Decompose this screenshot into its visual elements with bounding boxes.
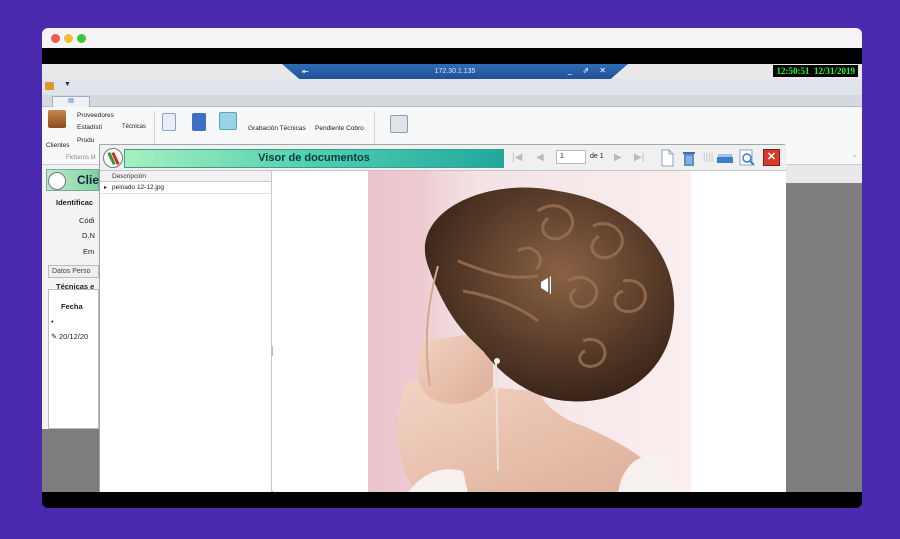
close-window-button[interactable] <box>51 34 60 43</box>
descripcion-column-header[interactable]: Descripción <box>100 171 271 182</box>
new-row-marker: • <box>51 317 54 326</box>
fecha-column-header[interactable]: Fecha <box>61 302 83 311</box>
list-item[interactable]: ▸ peinado 12-12.jpg <box>100 182 271 194</box>
dni-label: D.N <box>82 231 95 240</box>
previous-page-icon[interactable]: ◀ <box>536 151 544 165</box>
last-page-icon[interactable]: ▶| <box>634 151 644 165</box>
codigo-label: Códi <box>79 216 95 225</box>
pendiente-cobro-button[interactable]: Pendiente Cobro <box>315 125 364 132</box>
remote-desktop-screen: ⇤ 172.30.1.135 _ ⇗ ✕ 12:50:51 12/31/2019… <box>42 64 862 492</box>
logo-icon <box>103 148 123 168</box>
clock-date: 12/31/2019 <box>813 66 855 76</box>
clientes-icon[interactable] <box>48 110 66 128</box>
minimize-window-button[interactable] <box>64 34 73 43</box>
quick-access-toolbar: ▼ <box>42 79 862 95</box>
tecnicas-link[interactable]: Técnicas <box>122 124 146 130</box>
clock-time: 12:50:51 <box>776 66 810 76</box>
productos-link[interactable]: Produ <box>77 137 94 144</box>
email-label: Em <box>83 247 95 256</box>
book-icon[interactable] <box>192 113 206 131</box>
scanner-icon[interactable] <box>716 149 734 167</box>
trash-icon[interactable] <box>680 149 698 167</box>
table-row[interactable]: 20/12/20 <box>59 332 88 341</box>
tecnicas-grid: Fecha • ✎ 20/12/20 <box>48 289 99 429</box>
ribbon-group-label: Ficheros M <box>66 155 96 161</box>
viewer-toolbar: Visor de documentos |◀ ◀ 1 de 1 ▶ ▶| |||… <box>100 145 786 171</box>
ribbon-extension <box>785 165 862 183</box>
form-background-fill <box>42 429 99 492</box>
image-preview-pane <box>273 171 786 492</box>
rdp-connection-bar: ⇤ 172.30.1.135 _ ⇗ ✕ <box>282 64 628 79</box>
toolbar-separator: |||| <box>703 152 714 163</box>
client-form-title-text: Clie <box>77 173 100 187</box>
zoom-window-button[interactable] <box>77 34 86 43</box>
edit-row-icon: ✎ <box>51 332 58 341</box>
mac-titlebar <box>42 28 862 48</box>
estadisticas-link[interactable]: Estadísti <box>77 124 102 131</box>
logo-icon <box>48 172 66 190</box>
person-icon[interactable] <box>219 112 237 130</box>
page-count-label: de 1 <box>590 153 604 160</box>
document-viewer-dialog: Visor de documentos |◀ ◀ 1 de 1 ▶ ▶| |||… <box>99 144 786 492</box>
document-list: Descripción ▸ peinado 12-12.jpg <box>100 171 273 492</box>
tab-home[interactable]: ▤ <box>52 96 90 107</box>
tab-datos-personales[interactable]: Datos Perso <box>48 265 99 278</box>
document-icon[interactable] <box>162 113 176 131</box>
ribbon-tab-row: ▤ <box>42 95 862 107</box>
settings-icon[interactable] <box>390 115 408 133</box>
rdp-window-controls[interactable]: _ ⇗ ✕ <box>568 66 610 75</box>
close-button[interactable]: ✕ <box>763 149 780 166</box>
proveedores-link[interactable]: Proveedores <box>77 112 114 119</box>
collapse-ribbon-icon[interactable]: ⌃ <box>852 154 857 162</box>
grabacion-tecnicas-button[interactable]: Grabación Técnicas <box>248 125 306 132</box>
chevron-down-icon[interactable]: ▼ <box>64 81 71 88</box>
identificacion-label: Identificac <box>56 198 94 207</box>
clock: 12:50:51 12/31/2019 <box>773 65 858 77</box>
next-page-icon[interactable]: ▶ <box>614 151 622 165</box>
client-form-background: Clie Identificac Códi D.N Em Datos Perso… <box>42 165 99 492</box>
file-name: peinado 12-12.jpg <box>112 184 165 191</box>
app-icon[interactable] <box>45 82 54 90</box>
zoom-document-icon[interactable] <box>738 149 756 167</box>
new-document-icon[interactable] <box>658 149 676 167</box>
row-indicator-icon: ▸ <box>104 185 108 191</box>
first-page-icon[interactable]: |◀ <box>512 151 522 165</box>
viewer-title: Visor de documentos <box>124 149 504 168</box>
mac-window: ⇤ 172.30.1.135 _ ⇗ ✕ 12:50:51 12/31/2019… <box>42 28 862 508</box>
page-number-input[interactable]: 1 <box>556 150 586 164</box>
clientes-label[interactable]: Clientes <box>46 142 69 149</box>
hairstyle-photo <box>368 171 691 492</box>
desktop-background <box>785 165 862 492</box>
